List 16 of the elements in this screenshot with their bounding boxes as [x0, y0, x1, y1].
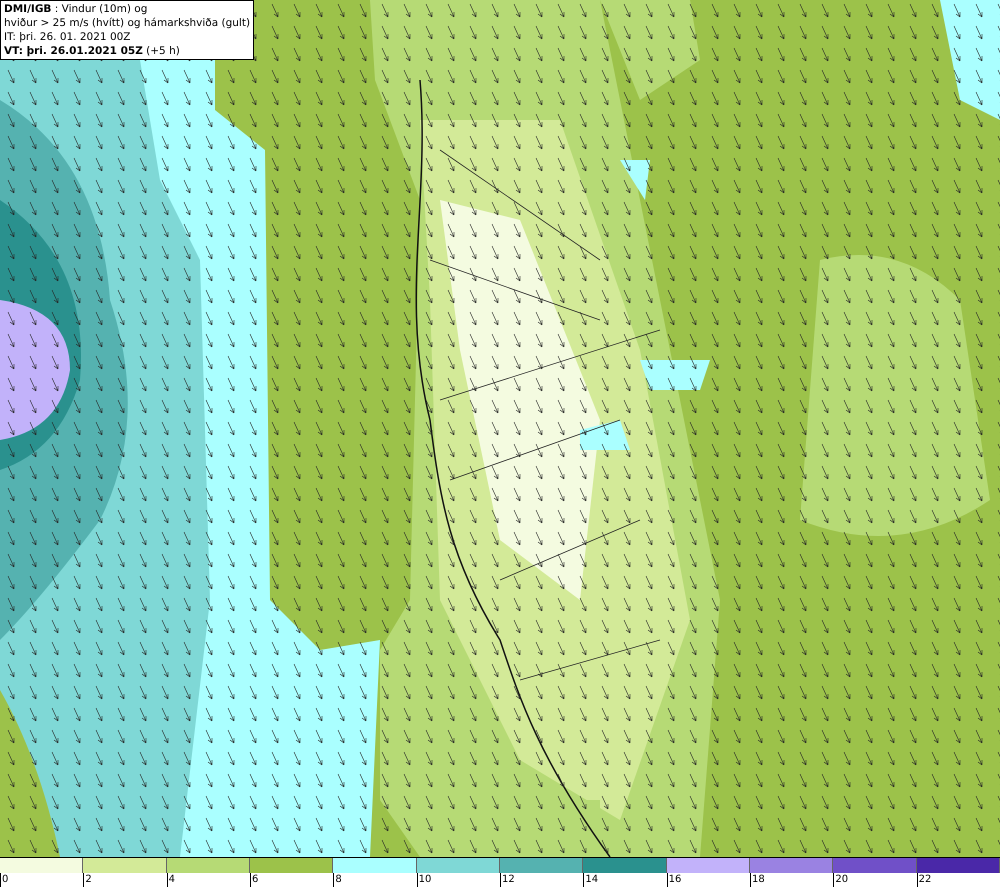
info-text: hviður > 25 m/s (hvítt) og hámarkshviða (gult)	[4, 16, 250, 30]
legend-tick-label: 12	[500, 873, 515, 887]
legend-tick-label: 6	[250, 873, 258, 887]
legend-tick-label: 8	[333, 873, 342, 887]
legend-tick-label: 0	[0, 873, 8, 887]
legend-tick-label: 22	[916, 873, 932, 887]
legend-tick-label: 4	[166, 873, 176, 887]
info-text: DMI/IGB : Vindur (10m) og	[4, 2, 148, 16]
legend-tick-label: 18	[750, 873, 765, 887]
legend-tick-label: 14	[583, 873, 598, 887]
legend-tick-label: 2	[83, 873, 92, 887]
legend-tick-label: 10	[416, 873, 432, 887]
info-text: IT: þri. 26. 01. 2021 00Z	[4, 30, 132, 44]
info-text: VT: þri. 26.01.2021 05Z (+5 h)	[4, 44, 181, 58]
legend-tick-label: 16	[666, 873, 682, 887]
legend-tick-label: 20	[833, 873, 848, 887]
